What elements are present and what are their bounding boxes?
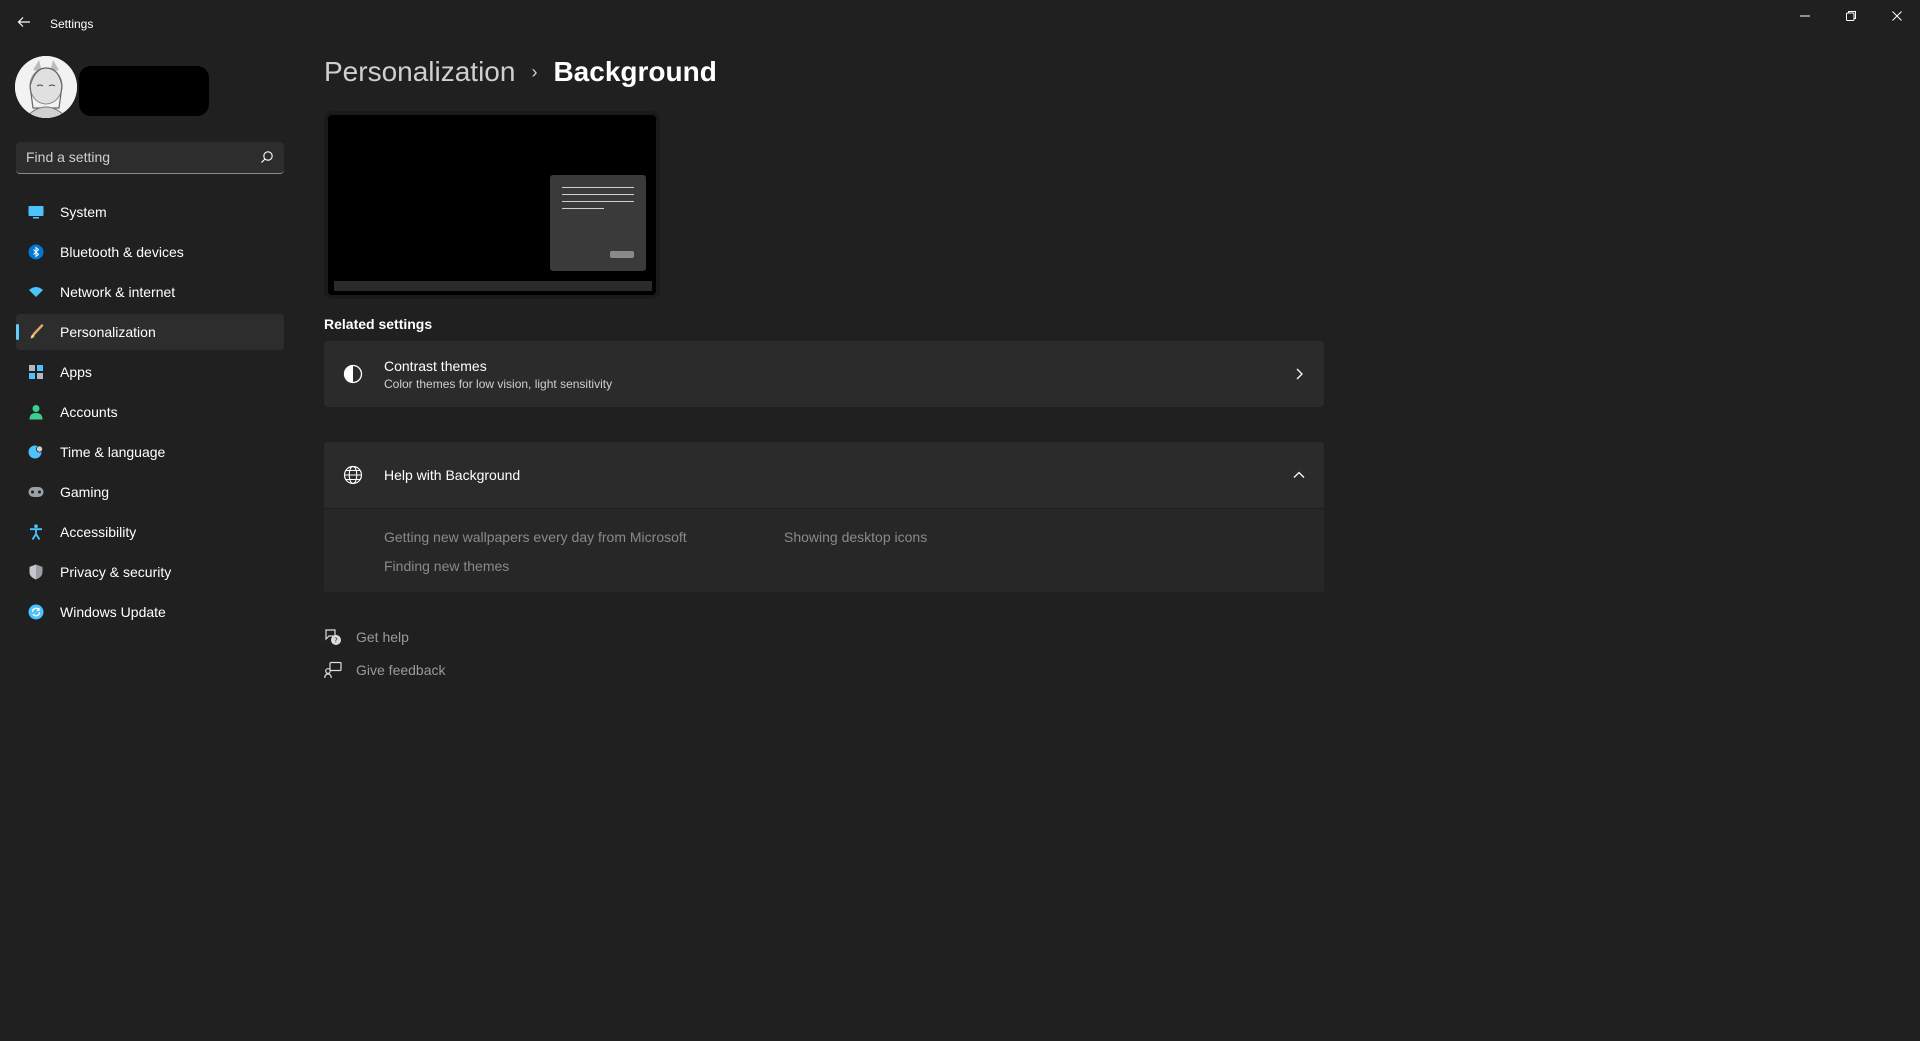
monitor-icon (28, 204, 44, 220)
give-feedback-link[interactable]: Give feedback (324, 661, 446, 679)
sidebar-item-label: Gaming (60, 484, 110, 500)
globe-clock-icon (28, 444, 44, 460)
breadcrumb-parent[interactable]: Personalization (324, 56, 515, 88)
apps-icon (28, 364, 44, 380)
preview-window (550, 175, 646, 271)
controller-icon (28, 484, 44, 500)
sidebar-item-label: Windows Update (60, 604, 166, 620)
sidebar-item-accounts[interactable]: Accounts (16, 394, 284, 430)
sidebar-item-label: System (60, 204, 107, 220)
back-button[interactable] (12, 10, 36, 34)
close-icon (1892, 11, 1902, 21)
sidebar-item-windows-update[interactable]: Windows Update (16, 594, 284, 630)
arrow-left-icon (17, 17, 30, 27)
brush-icon (28, 324, 44, 340)
sidebar-item-personalization[interactable]: Personalization (16, 314, 284, 350)
restore-button[interactable] (1828, 0, 1874, 32)
contrast-themes-card[interactable]: Contrast themes Color themes for low vis… (324, 341, 1324, 407)
get-help-link[interactable]: ? Get help (324, 628, 409, 646)
search-icon[interactable] (260, 150, 274, 164)
help-expander-body: Getting new wallpapers every day from Mi… (324, 508, 1324, 592)
svg-text:?: ? (334, 637, 338, 645)
sidebar-nav: System Bluetooth & devices Network & int… (16, 194, 284, 634)
chevron-up-icon[interactable] (1292, 468, 1306, 482)
sidebar-item-label: Privacy & security (60, 564, 172, 580)
avatar[interactable] (15, 56, 77, 118)
get-help-label: Get help (356, 629, 409, 645)
help-expander: Help with Background Getting new wallpap… (324, 442, 1324, 592)
sidebar-item-label: Bluetooth & devices (60, 244, 184, 260)
shield-icon (28, 564, 44, 580)
restore-icon (1846, 11, 1856, 21)
close-button[interactable] (1874, 0, 1920, 32)
globe-icon (342, 464, 364, 486)
help-link-new-themes[interactable]: Finding new themes (384, 558, 509, 574)
sidebar-item-label: Personalization (60, 324, 156, 340)
sidebar-item-privacy-security[interactable]: Privacy & security (16, 554, 284, 590)
background-preview (324, 111, 660, 299)
avatar-illustration-icon (15, 56, 77, 118)
help-link-daily-wallpapers[interactable]: Getting new wallpapers every day from Mi… (384, 529, 687, 545)
breadcrumb: Personalization › Background (324, 56, 717, 88)
sidebar-item-network[interactable]: Network & internet (16, 274, 284, 310)
give-feedback-label: Give feedback (356, 662, 446, 678)
contrast-themes-title: Contrast themes (384, 357, 487, 374)
feedback-icon (324, 661, 342, 679)
wifi-icon (28, 284, 44, 300)
sidebar-item-time-language[interactable]: Time & language (16, 434, 284, 470)
sidebar-item-bluetooth[interactable]: Bluetooth & devices (16, 234, 284, 270)
sidebar-item-label: Network & internet (60, 284, 176, 300)
help-expander-header[interactable]: Help with Background (324, 442, 1324, 508)
help-chat-icon: ? (325, 629, 341, 645)
sidebar-item-label: Accounts (60, 404, 118, 420)
person-icon (28, 404, 44, 420)
minimize-button[interactable] (1782, 0, 1828, 32)
title-bar: Settings (0, 0, 1920, 48)
preview-taskbar (334, 281, 652, 291)
sidebar-item-gaming[interactable]: Gaming (16, 474, 284, 510)
chevron-right-icon: › (531, 61, 538, 82)
page-title: Background (553, 56, 717, 87)
sidebar-item-label: Time & language (60, 444, 166, 460)
minimize-icon (1800, 15, 1810, 17)
help-title: Help with Background (384, 467, 521, 483)
search-input[interactable] (16, 142, 246, 172)
sidebar-item-system[interactable]: System (16, 194, 284, 230)
related-settings-heading: Related settings (324, 316, 433, 332)
accessibility-icon (28, 524, 44, 540)
sidebar-item-label: Accessibility (60, 524, 137, 540)
sidebar-item-accessibility[interactable]: Accessibility (16, 514, 284, 550)
contrast-themes-subtitle: Color themes for low vision, light sensi… (384, 376, 613, 391)
bluetooth-icon (28, 244, 44, 260)
search-box[interactable] (16, 142, 284, 174)
window-title: Settings (50, 17, 94, 31)
help-link-desktop-icons[interactable]: Showing desktop icons (784, 529, 927, 545)
chevron-right-icon (1296, 368, 1303, 380)
contrast-icon (342, 363, 364, 385)
sidebar-item-label: Apps (60, 364, 92, 380)
update-icon (28, 604, 44, 620)
sidebar-item-apps[interactable]: Apps (16, 354, 284, 390)
redacted-username (79, 66, 209, 116)
